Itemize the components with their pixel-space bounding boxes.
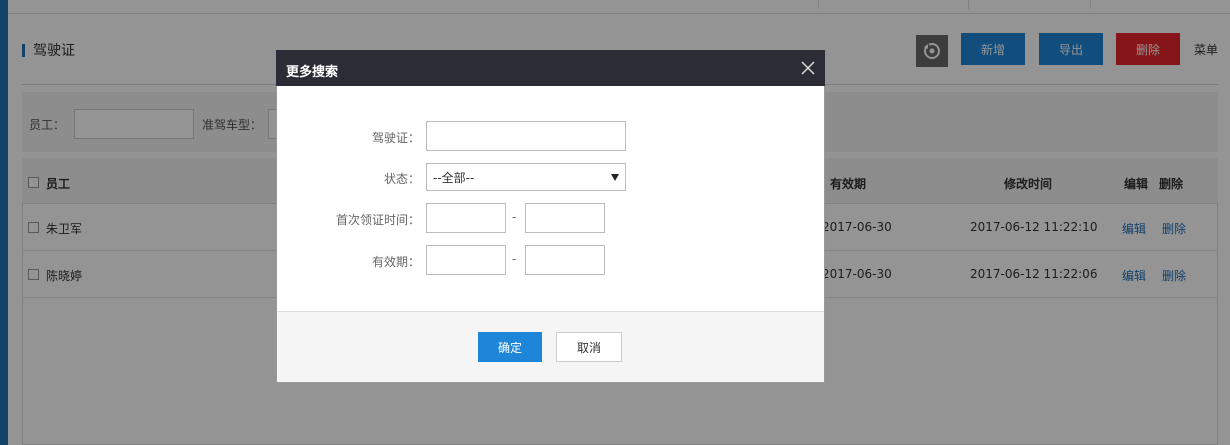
range-separator: - xyxy=(512,252,517,266)
status-selected-value: --全部-- xyxy=(433,170,475,185)
dialog-close-button[interactable] xyxy=(798,58,818,78)
caret-down-icon xyxy=(611,174,619,181)
first-issue-from-input[interactable] xyxy=(426,203,506,233)
first-issue-field-label: 首次领证时间： xyxy=(335,213,420,227)
validity-field-label: 有效期： xyxy=(371,255,420,269)
license-field-label: 驾驶证： xyxy=(371,131,420,145)
dialog-title: 更多搜索 xyxy=(286,65,339,80)
confirm-button[interactable]: 确定 xyxy=(478,332,542,362)
range-separator: - xyxy=(512,210,517,224)
first-issue-to-input[interactable] xyxy=(525,203,605,233)
dialog-footer xyxy=(277,311,824,382)
validity-from-input[interactable] xyxy=(426,245,506,275)
status-field-label: 状态： xyxy=(383,172,420,186)
license-input[interactable] xyxy=(426,121,626,151)
cancel-button[interactable]: 取消 xyxy=(556,332,622,362)
close-icon xyxy=(801,61,815,75)
validity-to-input[interactable] xyxy=(525,245,605,275)
dialog-header xyxy=(276,50,825,86)
status-select[interactable]: --全部-- xyxy=(426,163,626,191)
